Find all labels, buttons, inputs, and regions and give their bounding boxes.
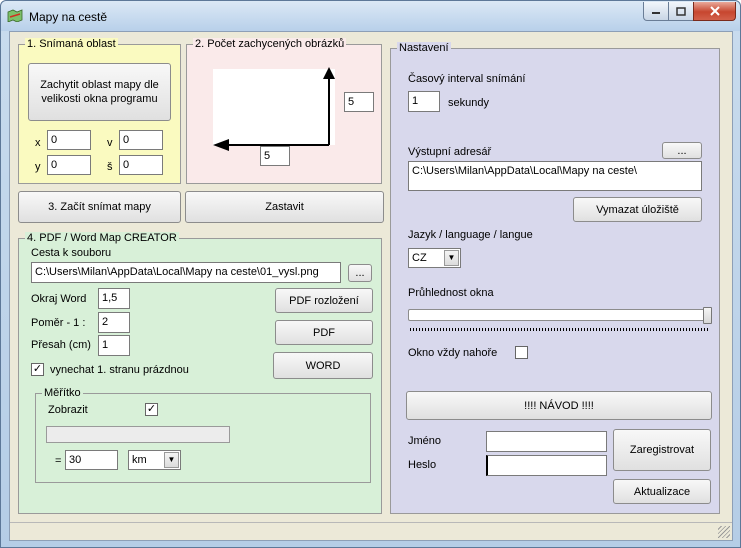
- word-button[interactable]: WORD: [273, 352, 373, 379]
- scale-value-input[interactable]: 30: [65, 450, 118, 470]
- password-label: Heslo: [408, 459, 437, 471]
- output-dir-label: Výstupní adresář: [408, 146, 492, 158]
- close-button[interactable]: [693, 2, 736, 21]
- scale-legend: Měřítko: [42, 387, 83, 399]
- s-label: š: [107, 161, 113, 173]
- skip-first-page-label: vynechat 1. stranu prázdnou: [50, 364, 189, 376]
- transparency-slider[interactable]: [408, 307, 712, 333]
- name-input[interactable]: [486, 431, 607, 452]
- transparency-label: Průhlednost okna: [408, 287, 494, 299]
- map-app-icon: [7, 9, 23, 22]
- password-input[interactable]: [486, 455, 607, 476]
- close-icon: [709, 6, 720, 16]
- horizontal-count-input[interactable]: 5: [260, 146, 290, 166]
- scale-unit-value: km: [132, 454, 147, 466]
- x-label: x: [35, 137, 41, 149]
- clear-storage-button[interactable]: Vymazat úložiště: [573, 197, 702, 222]
- show-scale-label: Zobrazit: [48, 404, 88, 416]
- checkmark-icon: ✓: [32, 363, 43, 375]
- word-margin-label: Okraj Word: [31, 293, 87, 305]
- image-count-group: 2. Počet zachycených obrázků 5 5: [186, 38, 382, 184]
- settings-group: Nastavení Časový interval snímání 1 seku…: [390, 42, 720, 514]
- stop-button[interactable]: Zastavit: [185, 191, 384, 223]
- slider-track: [408, 309, 706, 321]
- ratio-input[interactable]: 2: [98, 312, 130, 333]
- minimize-button[interactable]: [643, 2, 669, 21]
- word-margin-input[interactable]: 1,5: [98, 288, 130, 309]
- output-dir-browse-button[interactable]: ...: [662, 142, 702, 159]
- checkmark-icon: ✓: [146, 403, 157, 415]
- y-label: y: [35, 161, 41, 173]
- v-input[interactable]: 0: [119, 130, 163, 150]
- minimize-icon: [652, 12, 660, 14]
- application-window: Mapy na cestě 1. Snímaná oblast Zachytit…: [0, 0, 741, 548]
- slider-thumb[interactable]: [703, 307, 712, 324]
- pdf-layout-button[interactable]: PDF rozložení: [275, 288, 373, 313]
- output-dir-input[interactable]: C:\Users\Milan\AppData\Local\Mapy na ces…: [408, 161, 702, 191]
- guide-button[interactable]: !!!! NÁVOD !!!!: [406, 391, 712, 420]
- dropdown-arrow-icon: ▼: [444, 250, 459, 266]
- always-on-top-label: Okno vždy nahoře: [408, 347, 498, 359]
- start-capture-button[interactable]: 3. Začít snímat mapy: [18, 191, 181, 223]
- resize-grip-icon[interactable]: [718, 526, 730, 538]
- maximize-button[interactable]: [668, 2, 694, 21]
- language-label: Jazyk / language / langue: [408, 229, 533, 241]
- language-select[interactable]: CZ ▼: [408, 248, 461, 268]
- ratio-label: Poměr - 1 :: [31, 317, 86, 329]
- window-title: Mapy na cestě: [29, 10, 108, 24]
- scale-bar-preview: [46, 426, 230, 443]
- name-label: Jméno: [408, 435, 442, 447]
- title-bar[interactable]: Mapy na cestě: [1, 1, 740, 31]
- capture-area-group: 1. Snímaná oblast Zachytit oblast mapy d…: [18, 38, 181, 184]
- interval-unit-label: sekundy: [448, 97, 489, 109]
- file-path-input[interactable]: C:\Users\Milan\AppData\Local\Mapy na ces…: [31, 262, 341, 283]
- overlap-label: Přesah (cm): [31, 339, 91, 351]
- vertical-count-input[interactable]: 5: [344, 92, 374, 112]
- skip-first-page-checkbox[interactable]: ✓: [31, 363, 44, 376]
- always-on-top-checkbox[interactable]: [515, 346, 528, 359]
- maximize-icon: [676, 6, 686, 16]
- settings-legend: Nastavení: [397, 42, 451, 54]
- update-button[interactable]: Aktualizace: [613, 479, 711, 504]
- file-path-label: Cesta k souboru: [31, 247, 112, 259]
- pdf-word-group: 4. PDF / Word Map CREATOR Cesta k soubor…: [18, 232, 382, 514]
- show-scale-checkbox[interactable]: ✓: [145, 403, 158, 416]
- s-input[interactable]: 0: [119, 155, 163, 175]
- direction-arrows-icon: [213, 67, 335, 151]
- v-label: v: [107, 137, 113, 149]
- pdf-word-legend: 4. PDF / Word Map CREATOR: [25, 232, 179, 244]
- capture-area-legend: 1. Snímaná oblast: [25, 38, 118, 50]
- language-value: CZ: [412, 252, 427, 264]
- x-input[interactable]: 0: [47, 130, 91, 150]
- interval-input[interactable]: 1: [408, 91, 440, 112]
- pdf-button[interactable]: PDF: [275, 320, 373, 345]
- interval-label: Časový interval snímání: [408, 73, 526, 85]
- overlap-input[interactable]: 1: [98, 335, 130, 356]
- scale-unit-select[interactable]: km ▼: [128, 450, 181, 470]
- image-count-legend: 2. Počet zachycených obrázků: [193, 38, 347, 50]
- dropdown-arrow-icon: ▼: [164, 452, 179, 468]
- y-input[interactable]: 0: [47, 155, 91, 175]
- slider-ticks: [410, 328, 708, 331]
- file-path-browse-button[interactable]: ...: [348, 264, 372, 282]
- scale-group: Měřítko Zobrazit ✓ = 30 km ▼: [35, 387, 371, 483]
- status-bar: [10, 522, 732, 540]
- scale-equals-label: =: [55, 455, 62, 467]
- client-area: 1. Snímaná oblast Zachytit oblast mapy d…: [9, 31, 733, 541]
- capture-map-button[interactable]: Zachytit oblast mapy dle velikosti okna …: [28, 63, 171, 121]
- register-button[interactable]: Zaregistrovat: [613, 429, 711, 471]
